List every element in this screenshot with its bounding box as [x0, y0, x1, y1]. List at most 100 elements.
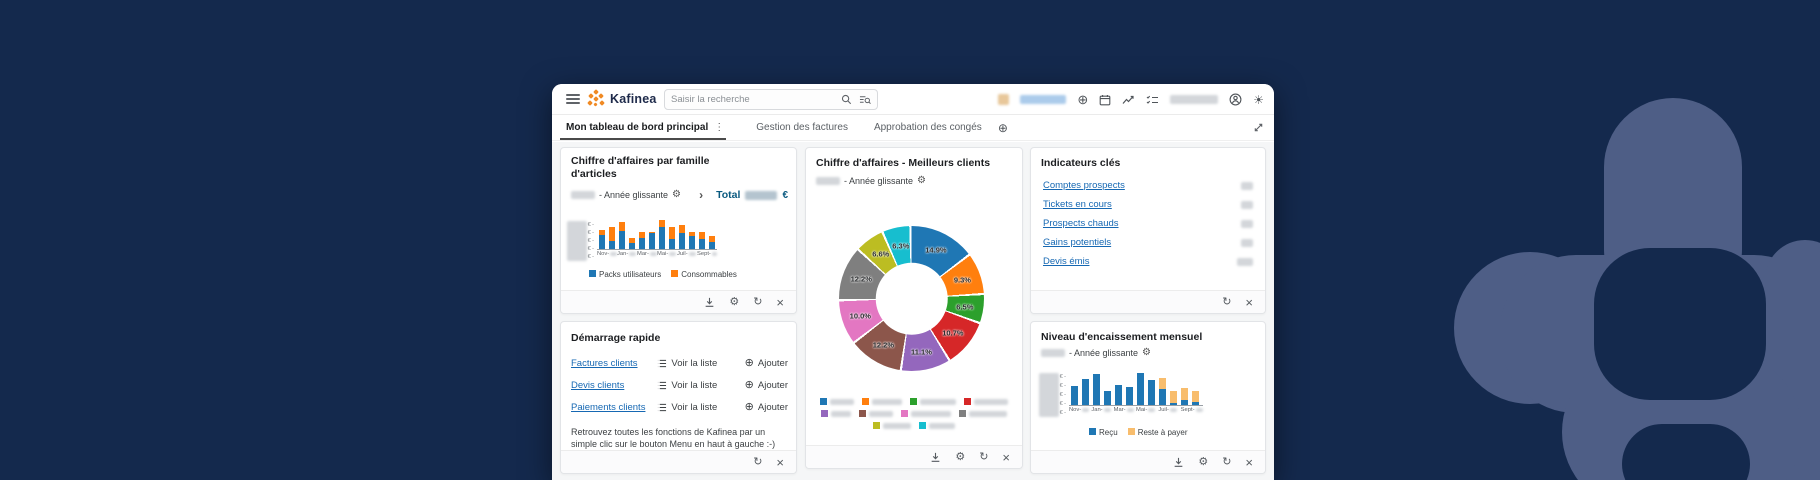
expand-dashboard-icon[interactable] [1253, 122, 1264, 133]
donut-slice-label: 14.9% [925, 246, 946, 255]
ajouter-button[interactable]: ⊕ Ajouter [745, 380, 788, 391]
quick-add-icon[interactable]: ⊕ [1077, 93, 1088, 106]
bar-segment [629, 243, 635, 249]
widget-gear-icon[interactable]: ⚙ [672, 190, 681, 200]
indicator-row: Devis émis [1041, 252, 1255, 271]
bar-segment [619, 231, 625, 249]
legend-swatch [859, 410, 866, 417]
y-tick-label: € - [1060, 401, 1066, 407]
donut-slice-label: 9.3% [954, 276, 971, 285]
bar-segment [1170, 403, 1177, 405]
menu-hamburger-icon[interactable] [566, 94, 580, 104]
bar-segment [699, 239, 705, 249]
y-tick-label: € - [1060, 374, 1066, 380]
link-devis-emis[interactable]: Devis émis [1043, 256, 1089, 267]
x-year-blurred [1082, 408, 1089, 412]
x-axis-labels: Nov-Jan-Mar-Mai-Juil-Sept- [597, 251, 717, 257]
total-label: Total [716, 189, 740, 201]
stacked-bar [659, 220, 665, 249]
link-comptes-prospects[interactable]: Comptes prospects [1043, 180, 1125, 191]
close-widget-icon[interactable]: × [776, 296, 784, 309]
page-canvas: Kafinea ⊕ [0, 0, 1820, 480]
download-icon[interactable] [930, 452, 941, 463]
y-tick-label: € - [588, 246, 594, 252]
header-actions: ⊕ [998, 84, 1264, 115]
settings-gear-icon[interactable]: ⚙ [955, 452, 965, 463]
settings-gear-icon[interactable]: ⚙ [1198, 457, 1208, 468]
voir-la-liste-button[interactable]: Voir la liste [657, 380, 730, 391]
tasks-checklist-icon[interactable] [1146, 94, 1159, 106]
stacked-bar [609, 227, 615, 249]
close-widget-icon[interactable]: × [1245, 296, 1253, 309]
stacked-bar [689, 232, 695, 249]
theme-sun-icon[interactable]: ☀ [1253, 94, 1264, 106]
bar-segment [1181, 388, 1188, 400]
add-tab-icon[interactable]: ⊕ [998, 122, 1008, 134]
brand-logo[interactable]: Kafinea [588, 90, 657, 107]
y-tick-label: € - [1060, 383, 1066, 389]
bar-segment [609, 241, 615, 249]
account-link-blurred[interactable] [1020, 95, 1066, 104]
card-title: Indicateurs clés [1041, 157, 1120, 170]
dashboard-tabbar: Mon tableau de bord principal ⋮ Gestion … [552, 115, 1274, 141]
download-icon[interactable] [704, 297, 715, 308]
settings-gear-icon[interactable]: ⚙ [729, 297, 739, 308]
activity-trend-icon[interactable] [1122, 94, 1135, 106]
background-blob-hole [1622, 424, 1750, 480]
x-year-blurred [1196, 408, 1203, 412]
user-profile-icon[interactable] [1229, 93, 1242, 106]
search-icon[interactable] [841, 94, 852, 105]
bar-segment [1137, 373, 1144, 405]
search-input[interactable] [671, 94, 841, 105]
refresh-icon[interactable]: ↻ [753, 297, 762, 308]
tab-options-kebab-icon[interactable]: ⋮ [714, 122, 724, 133]
indicator-row: Gains potentiels [1041, 233, 1255, 252]
stacked-bar [1148, 380, 1155, 405]
x-year-blurred [610, 252, 617, 256]
legend-label-blurred [869, 411, 893, 417]
x-tick-label: Juil- [677, 251, 697, 257]
link-paiements-clients[interactable]: Paiements clients [571, 402, 657, 413]
link-tickets-en-cours[interactable]: Tickets en cours [1043, 199, 1112, 210]
download-icon[interactable] [1173, 457, 1184, 468]
widget-gear-icon[interactable]: ⚙ [1142, 348, 1151, 358]
collapse-chevron-icon[interactable]: › [699, 188, 703, 202]
ajouter-button[interactable]: ⊕ Ajouter [745, 358, 788, 369]
link-gains-potentiels[interactable]: Gains potentiels [1043, 237, 1111, 248]
indicator-value-blurred [1241, 220, 1253, 228]
stacked-bar [599, 230, 605, 249]
voir-la-liste-button[interactable]: Voir la liste [657, 358, 730, 369]
refresh-icon[interactable]: ↻ [1222, 457, 1231, 468]
tab-mon-tableau-de-bord[interactable]: Mon tableau de bord principal [562, 122, 712, 133]
card-toolbar: ↻ × [1031, 290, 1265, 313]
close-widget-icon[interactable]: × [776, 456, 784, 469]
link-factures-clients[interactable]: Factures clients [571, 358, 657, 369]
donut-legend-item [964, 398, 1008, 405]
ajouter-button[interactable]: ⊕ Ajouter [745, 402, 788, 413]
refresh-icon[interactable]: ↻ [979, 452, 988, 463]
legend-swatch [1089, 428, 1096, 435]
chart-legend: Packs utilisateurs Consommables [589, 270, 737, 279]
bar-segment [659, 220, 665, 227]
indicator-value-blurred [1241, 239, 1253, 247]
calendar-icon[interactable] [1099, 94, 1111, 106]
refresh-icon[interactable]: ↻ [753, 457, 762, 468]
legend-swatch [821, 410, 828, 417]
close-widget-icon[interactable]: × [1002, 451, 1010, 464]
tab-gestion-des-factures[interactable]: Gestion des factures [752, 122, 852, 133]
stacked-bar [699, 232, 705, 249]
refresh-icon[interactable]: ↻ [1222, 297, 1231, 308]
indicator-value-blurred [1241, 201, 1253, 209]
voir-la-liste-button[interactable]: Voir la liste [657, 402, 730, 413]
link-prospects-chauds[interactable]: Prospects chauds [1043, 218, 1119, 229]
tab-approbation-des-conges[interactable]: Approbation des congés [870, 122, 986, 133]
donut-legend-row [873, 422, 955, 429]
link-devis-clients[interactable]: Devis clients [571, 380, 657, 391]
donut-legend-item [910, 398, 956, 405]
y-axis: € -€ -€ -€ -€ - [1039, 377, 1069, 413]
advanced-search-icon[interactable] [859, 94, 871, 105]
close-widget-icon[interactable]: × [1245, 456, 1253, 469]
bar-segment [669, 227, 675, 240]
x-year-blurred [629, 252, 636, 256]
widget-gear-icon[interactable]: ⚙ [917, 176, 926, 186]
